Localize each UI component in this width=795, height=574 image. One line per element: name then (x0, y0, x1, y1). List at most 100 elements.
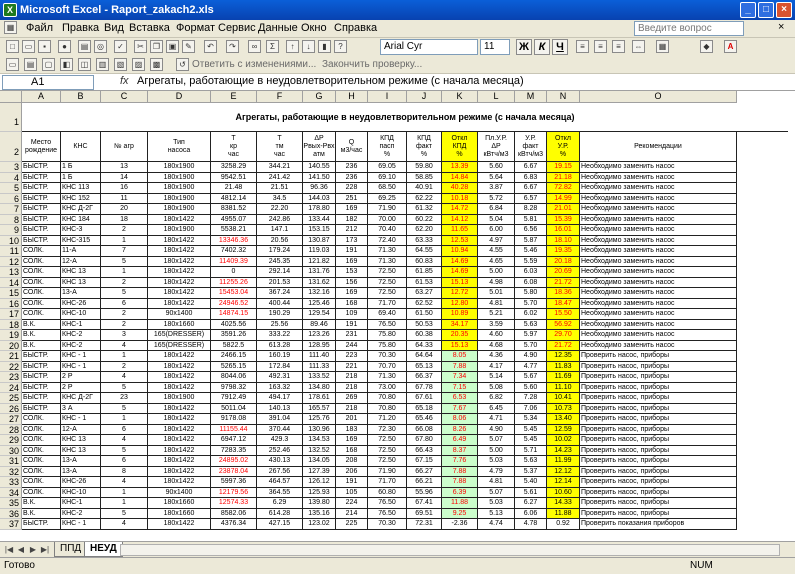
table-cell[interactable]: 13.40 (547, 414, 580, 425)
row-header[interactable]: 1 (0, 103, 22, 132)
table-cell[interactable]: 7.76 (442, 456, 478, 467)
table-cell[interactable]: 292.14 (257, 267, 303, 278)
table-cell[interactable]: 228 (336, 183, 368, 194)
table-cell[interactable]: 69.51 (407, 508, 442, 519)
row-header[interactable]: 26 (0, 403, 22, 414)
table-cell[interactable]: 7912.49 (211, 393, 257, 404)
table-cell[interactable]: 90х1400 (148, 309, 211, 320)
table-cell[interactable]: КНС 13 (61, 267, 101, 278)
table-cell[interactable]: 72.40 (368, 235, 407, 246)
tab-ppd[interactable]: ППД (54, 542, 88, 557)
table-cell[interactable]: 23878.04 (211, 466, 257, 477)
table-cell[interactable]: Проверить насос, приборы (580, 435, 737, 446)
comment-icon[interactable]: ▢ (42, 58, 55, 71)
fill-color-icon[interactable]: ◆ (700, 40, 713, 53)
table-cell[interactable]: 225 (336, 519, 368, 530)
table-cell[interactable]: 251 (336, 193, 368, 204)
table-cell[interactable]: 201.53 (257, 277, 303, 288)
table-cell[interactable]: 12.72 (442, 288, 478, 299)
table-cell[interactable]: 111.33 (303, 361, 336, 372)
fx-icon[interactable]: fx (120, 75, 129, 87)
table-cell[interactable]: СОЛК. (22, 256, 61, 267)
table-cell[interactable]: 70.30 (368, 351, 407, 362)
table-cell[interactable]: 14.72 (442, 204, 478, 215)
table-cell[interactable]: 60.38 (407, 330, 442, 341)
column-header[interactable]: N (547, 91, 580, 103)
table-cell[interactable]: 127.39 (303, 466, 336, 477)
table-cell[interactable]: 10.94 (442, 246, 478, 257)
table-cell[interactable]: 66.21 (407, 477, 442, 488)
table-cell[interactable]: 125.46 (303, 298, 336, 309)
table-cell[interactable]: 4 (101, 519, 148, 530)
table-cell[interactable]: 4025.56 (211, 319, 257, 330)
table-cell[interactable]: 133.52 (303, 372, 336, 383)
table-cell[interactable]: 11.88 (442, 498, 478, 509)
table-cell[interactable]: 61.50 (407, 309, 442, 320)
table-cell[interactable]: 16 (101, 183, 148, 194)
table-cell[interactable]: 180х1422 (148, 414, 211, 425)
table-cell[interactable]: 76.50 (368, 508, 407, 519)
table-cell[interactable]: 5.04 (478, 214, 515, 225)
column-header[interactable]: I (368, 91, 407, 103)
table-cell[interactable]: 72.82 (547, 183, 580, 194)
row-header[interactable]: 12 (0, 256, 22, 267)
table-cell[interactable]: 180х1422 (148, 361, 211, 372)
next-sheet-icon[interactable]: ▶ (28, 544, 38, 555)
table-cell[interactable]: 12-А (61, 424, 101, 435)
row-header[interactable]: 14 (0, 277, 22, 288)
table-cell[interactable]: КНС 13 (61, 445, 101, 456)
table-cell[interactable]: 429.3 (257, 435, 303, 446)
table-cell[interactable]: 180х1422 (148, 277, 211, 288)
table-cell[interactable]: 180х1422 (148, 519, 211, 530)
table-cell[interactable]: 14874.15 (211, 309, 257, 320)
table-cell[interactable]: 5.72 (478, 193, 515, 204)
font-size-select[interactable]: 11 (480, 39, 510, 55)
table-cell[interactable]: 11.65 (442, 225, 478, 236)
table-cell[interactable]: 156 (336, 277, 368, 288)
header-cell[interactable]: Откл КПД% (442, 132, 478, 162)
table-cell[interactable]: 133.44 (303, 214, 336, 225)
table-cell[interactable]: 2 (101, 309, 148, 320)
table-cell[interactable]: 5.60 (515, 382, 547, 393)
print-area-icon[interactable]: ▧ (114, 58, 127, 71)
table-cell[interactable]: 15453.04 (211, 288, 257, 299)
table-cell[interactable]: 178.80 (303, 204, 336, 215)
table-cell[interactable]: 1 (101, 235, 148, 246)
table-cell[interactable]: 5.60 (478, 162, 515, 173)
table-cell[interactable]: 64.64 (407, 351, 442, 362)
table-cell[interactable]: 5.61 (515, 487, 547, 498)
table-cell[interactable]: КНС-2 (61, 508, 101, 519)
row-header[interactable]: 18 (0, 319, 22, 330)
table-cell[interactable]: 5.37 (515, 466, 547, 477)
row-header[interactable]: 8 (0, 214, 22, 225)
header-cell[interactable]: КНС (61, 132, 101, 162)
table-cell[interactable]: 4 (101, 435, 148, 446)
table-cell[interactable]: 24895.02 (211, 456, 257, 467)
table-cell[interactable]: 14.69 (442, 267, 478, 278)
table-cell[interactable]: 5.07 (478, 487, 515, 498)
sheet-icon[interactable]: ▥ (96, 58, 109, 71)
sort-asc-icon[interactable]: ↑ (286, 40, 299, 53)
table-cell[interactable]: 214 (336, 508, 368, 519)
table-cell[interactable]: 67.80 (407, 435, 442, 446)
row-header[interactable]: 25 (0, 393, 22, 404)
table-cell[interactable]: Проверить насос, приборы (580, 382, 737, 393)
menu-tools[interactable]: Сервис (218, 22, 256, 34)
show-icon[interactable]: ◧ (60, 58, 73, 71)
table-cell[interactable]: 8.06 (442, 414, 478, 425)
align-right-icon[interactable]: ≡ (612, 40, 625, 53)
table-cell[interactable]: 180х1660 (148, 508, 211, 519)
table-cell[interactable]: КНС-315 (61, 235, 101, 246)
table-cell[interactable]: 72.50 (368, 277, 407, 288)
table-cell[interactable]: СОЛК. (22, 298, 61, 309)
table-cell[interactable]: Необходимо заменить насос (580, 172, 737, 183)
table-cell[interactable]: 180х1900 (148, 172, 211, 183)
autosum-icon[interactable]: Σ (266, 40, 279, 53)
row-header[interactable]: 24 (0, 382, 22, 393)
column-header[interactable]: L (478, 91, 515, 103)
name-box[interactable]: A1 (2, 75, 94, 90)
table-cell[interactable]: Проверить насос, приборы (580, 403, 737, 414)
font-name-select[interactable]: Arial Cyr (380, 39, 478, 55)
row-header[interactable]: 4 (0, 172, 22, 183)
table-cell[interactable]: 130.87 (303, 235, 336, 246)
